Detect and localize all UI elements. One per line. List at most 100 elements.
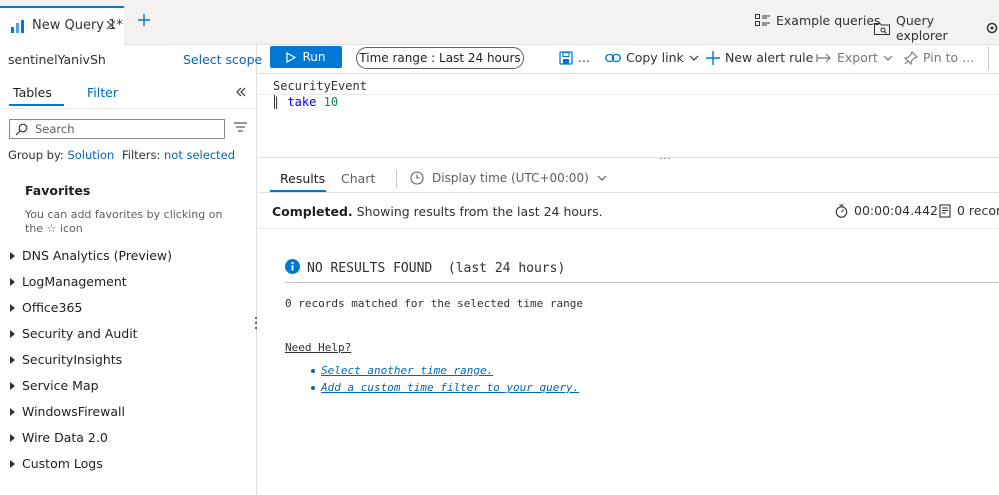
list-icon [755, 14, 770, 27]
time-range-picker[interactable]: Time range : Last 24 hours [356, 47, 524, 69]
tree-item-service-map[interactable]: Service Map [10, 378, 99, 393]
divider [988, 46, 989, 70]
tree-item-label: Service Map [22, 378, 99, 393]
copy-link-label: Copy link [626, 50, 684, 65]
expand-caret-icon [10, 251, 15, 260]
query-tab[interactable]: New Query 1* [0, 6, 124, 45]
query-explorer-label: Query explorer [896, 13, 948, 43]
group-by-label: Group by: [8, 148, 64, 162]
expand-caret-icon [10, 459, 15, 468]
active-tab-indicator [9, 104, 64, 106]
log-analytics-icon [10, 18, 26, 34]
panel-resize-handle[interactable] [254, 316, 258, 330]
expand-caret-icon [10, 407, 15, 416]
display-time-label: Display time (UTC+00:00) [432, 171, 589, 185]
help-link-label: Add a custom time filter to your query. [321, 381, 580, 394]
current-line-highlight [258, 94, 999, 95]
expand-caret-icon [10, 329, 15, 338]
expand-caret-icon [10, 303, 15, 312]
settings-icon[interactable] [985, 21, 999, 35]
search-input[interactable]: Search [9, 119, 225, 139]
status-completed: Completed. [272, 204, 353, 219]
tab-tables[interactable]: Tables [13, 85, 52, 100]
save-more-label: ... [578, 50, 590, 65]
status-text: Showing results from the last 24 hours. [352, 204, 603, 219]
divider [396, 170, 397, 188]
divider [258, 192, 999, 193]
tab-filter[interactable]: Filter [87, 85, 118, 100]
close-tab-icon[interactable] [104, 18, 118, 32]
divider [0, 108, 256, 109]
query-explorer-button[interactable]: Query explorer [874, 13, 999, 43]
tree-item-windowsfirewall[interactable]: WindowsFirewall [10, 404, 125, 419]
new-alert-rule-label: New alert rule [725, 50, 814, 65]
tree-item-securityinsights[interactable]: SecurityInsights [10, 352, 122, 367]
tree-item-security-and-audit[interactable]: Security and Audit [10, 326, 138, 341]
group-by-value[interactable]: Solution [67, 148, 114, 162]
chevron-down-icon [597, 175, 607, 181]
favorites-hint: You can add favorites by clicking on the… [25, 208, 223, 235]
expand-caret-icon [10, 355, 15, 364]
favorites-title: Favorites [25, 183, 91, 198]
search-placeholder: Search [35, 122, 75, 136]
stopwatch-icon [835, 203, 848, 218]
collapse-panel-icon[interactable] [235, 86, 247, 98]
example-queries-button[interactable]: Example queries [755, 13, 881, 28]
copy-link-button[interactable]: Copy link [605, 50, 699, 65]
tab-chart[interactable]: Chart [341, 171, 375, 186]
add-tab-icon[interactable] [137, 13, 151, 27]
query-status: Completed. Showing results from the last… [272, 204, 603, 219]
info-icon [285, 259, 300, 274]
tree-item-label: Office365 [22, 300, 83, 315]
bullet-icon [311, 368, 315, 373]
example-queries-label: Example queries [776, 13, 881, 28]
record-count-value: 0 records [957, 203, 999, 218]
no-results-subtitle: 0 records matched for the selected time … [285, 297, 584, 310]
query-duration: 00:00:04.442 [835, 203, 938, 218]
tree-item-logmanagement[interactable]: LogManagement [10, 274, 127, 289]
editor-line-2[interactable]: | take 10 [273, 95, 338, 109]
pin-to-label: Pin to ... [923, 50, 975, 65]
filters-value[interactable]: not selected [164, 148, 235, 162]
expand-caret-icon [10, 381, 15, 390]
expand-caret-icon [10, 277, 15, 286]
sort-icon[interactable] [234, 122, 247, 133]
tab-results[interactable]: Results [280, 171, 325, 186]
group-by-row: Group by: Solution Filters: not selected [8, 148, 235, 162]
folder-icon [874, 21, 890, 35]
divider [285, 282, 999, 283]
export-label: Export [837, 50, 878, 65]
tree-item-label: WindowsFirewall [22, 404, 125, 419]
filters-label: Filters: [121, 148, 161, 162]
tree-item-dns-analytics[interactable]: DNS Analytics (Preview) [10, 248, 172, 263]
editor-line-1[interactable]: SecurityEvent [273, 79, 367, 93]
export-button[interactable]: Export [816, 50, 893, 65]
new-alert-rule-button[interactable]: New alert rule [706, 50, 813, 65]
help-link-custom-time-filter[interactable]: Add a custom time filter to your query. [311, 381, 579, 394]
save-button[interactable]: ... [559, 50, 590, 65]
play-icon [286, 51, 297, 63]
record-count: 0 records [939, 203, 999, 218]
run-label: Run [302, 50, 326, 64]
help-link-label: Select another time range. [321, 364, 494, 377]
no-results-title: NO RESULTS FOUND (last 24 hours) [307, 261, 566, 276]
chevron-down-icon [689, 55, 699, 61]
expand-caret-icon [10, 433, 15, 442]
tree-item-office365[interactable]: Office365 [10, 300, 82, 315]
save-icon [559, 50, 573, 65]
pin-icon [904, 50, 918, 65]
tree-item-label: Custom Logs [22, 456, 103, 471]
chevron-down-icon [883, 55, 893, 61]
pin-to-button[interactable]: Pin to ... [904, 50, 974, 65]
tree-item-label: DNS Analytics (Preview) [22, 248, 173, 263]
select-scope-link[interactable]: Select scope [183, 52, 262, 67]
tree-item-wire-data[interactable]: Wire Data 2.0 [10, 430, 108, 445]
keyword-token: take [287, 95, 317, 109]
editor-resize-handle[interactable]: … [659, 148, 672, 162]
help-link-select-time-range[interactable]: Select another time range. [311, 364, 493, 377]
run-button[interactable]: Run [270, 46, 342, 68]
tree-item-label: SecurityInsights [22, 352, 123, 367]
tree-item-custom-logs[interactable]: Custom Logs [10, 456, 103, 471]
display-time-dropdown[interactable]: Display time (UTC+00:00) [410, 171, 607, 185]
number-token: 10 [323, 95, 339, 109]
